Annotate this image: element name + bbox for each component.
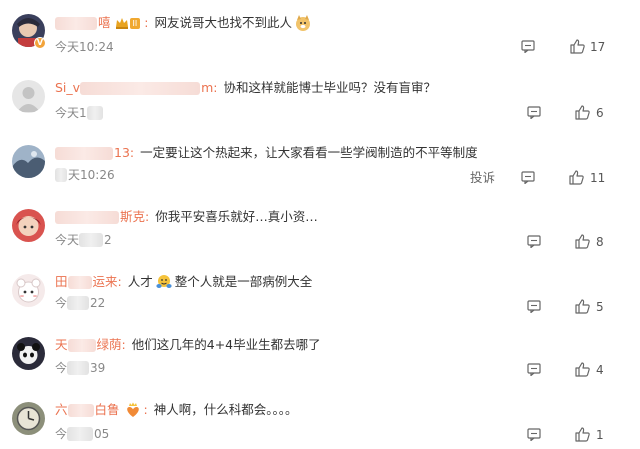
level-badge: II (129, 17, 141, 29)
thumbs-up-icon[interactable] (575, 234, 590, 249)
comment-row: 天 绿荫 : 他们这几年的4+4毕业生都去哪了 今 39 4 (0, 335, 640, 385)
comment-header: Si_v m : 协和这样就能博士毕业吗？没有盲审？ (55, 78, 436, 98)
comment-actions: 5 (0, 298, 640, 316)
like-count: 6 (596, 106, 604, 120)
comment-row: 13 : 一定要让这个热起来，让大家看看一些学阀制造的不平等制度 天10:26 … (0, 143, 640, 193)
crown-heart-icon (126, 402, 139, 417)
comment-text: 网友说哥大也找不到此人 (154, 15, 292, 30)
comment-header: 田 运来 : 人才 整个人就是一部病例大全 (55, 272, 312, 292)
reply-icon[interactable] (521, 171, 535, 184)
thumbs-up-icon[interactable] (575, 427, 590, 442)
like-count: 4 (596, 363, 604, 377)
reply-icon[interactable] (527, 428, 541, 441)
comment-text: 你我平安喜乐就好…真小资… (155, 209, 318, 224)
comment-text: 一定要让这个热起来，让大家看看一些学阀制造的不平等制度 (140, 145, 478, 160)
reply-icon[interactable] (521, 40, 535, 53)
colon: : (144, 15, 149, 30)
thumbs-up-icon[interactable] (575, 299, 590, 314)
username[interactable]: 13 (114, 143, 130, 163)
like-count: 17 (590, 40, 606, 54)
colon: : (145, 209, 150, 224)
username[interactable]: Si_v (55, 78, 80, 98)
comment-actions: 8 (0, 233, 640, 251)
username-tail: 绿荫 (96, 337, 122, 352)
comment-text-2: 整个人就是一部病例大全 (174, 274, 313, 289)
comment-actions: 6 (0, 104, 640, 122)
like-count: 8 (596, 235, 604, 249)
thumbs-up-icon[interactable] (570, 39, 585, 54)
membership-badge: II (115, 17, 141, 29)
blurred-username (80, 81, 201, 95)
blurred-username (55, 210, 119, 224)
username[interactable]: 嘻 (98, 13, 111, 33)
username[interactable]: 田 (55, 272, 68, 292)
comment-row: 斯克 : 你我平安喜乐就好…真小资… 今天 2 8 (0, 207, 640, 257)
comment-text: 他们这几年的4+4毕业生都去哪了 (131, 337, 321, 352)
blurred-username (55, 146, 113, 160)
reply-icon[interactable] (527, 106, 541, 119)
blurred-username (67, 403, 94, 417)
thumbs-up-icon[interactable] (575, 105, 590, 120)
colon: : (121, 337, 126, 352)
reply-icon[interactable] (527, 300, 541, 313)
comment-header: 13 : 一定要让这个热起来，让大家看看一些学阀制造的不平等制度 (55, 143, 478, 163)
username[interactable]: 天 (55, 335, 68, 355)
comment-header: 六 白鲁 : 神人啊，什么科都会。。。。 (55, 400, 298, 420)
colon: : (117, 274, 122, 289)
reply-icon[interactable] (527, 235, 541, 248)
comment-row: V 嘻 II : 网友说哥大也找不到此人 今天 10:24 17 (0, 10, 640, 60)
colon: : (213, 80, 218, 95)
comment-actions: 1 (0, 426, 640, 444)
colon: : (129, 145, 135, 160)
comment-actions: 4 (0, 361, 640, 379)
username-tail: m (201, 80, 214, 95)
comment-text: 协和这样就能博士毕业吗？没有盲审？ (223, 80, 436, 95)
comment-header: 嘻 II : 网友说哥大也找不到此人 (55, 13, 314, 33)
comment-row: 六 白鲁 : 神人啊，什么科都会。。。。 今 05 1 (0, 398, 640, 448)
colon: : (143, 402, 148, 417)
comment-actions: 17 (0, 38, 640, 56)
comment-header: 天 绿荫 : 他们这几年的4+4毕业生都去哪了 (55, 335, 321, 355)
hug-emoji-icon (156, 275, 172, 288)
comment-row: Si_v m : 协和这样就能博士毕业吗？没有盲审？ 今天 1 6 (0, 78, 640, 128)
comment-text: 神人啊，什么科都会。。。。 (153, 402, 298, 417)
reply-icon[interactable] (527, 363, 541, 376)
like-count: 1 (596, 428, 604, 442)
like-count: 11 (590, 171, 606, 185)
username[interactable]: 六 (55, 400, 68, 420)
like-count: 5 (596, 300, 604, 314)
comment-row: 田 运来 : 人才 整个人就是一部病例大全 今 22 5 (0, 272, 640, 322)
doge-emoji-icon (295, 15, 310, 31)
thumbs-up-icon[interactable] (569, 170, 584, 185)
comment-header: 斯克 : 你我平安喜乐就好…真小资… (55, 207, 318, 227)
comment-actions: 投诉 11 (0, 169, 640, 187)
thumbs-up-icon[interactable] (575, 362, 590, 377)
username[interactable]: 斯克 (120, 207, 145, 227)
comment-text: 人才 (127, 274, 153, 289)
blurred-username (67, 338, 96, 352)
blurred-username (67, 275, 92, 289)
username-tail: 运来 (92, 274, 118, 289)
username-tail: 白鲁 (94, 402, 120, 417)
crown-icon (115, 18, 128, 29)
blurred-username (55, 16, 97, 30)
report-button[interactable]: 投诉 (470, 169, 495, 187)
